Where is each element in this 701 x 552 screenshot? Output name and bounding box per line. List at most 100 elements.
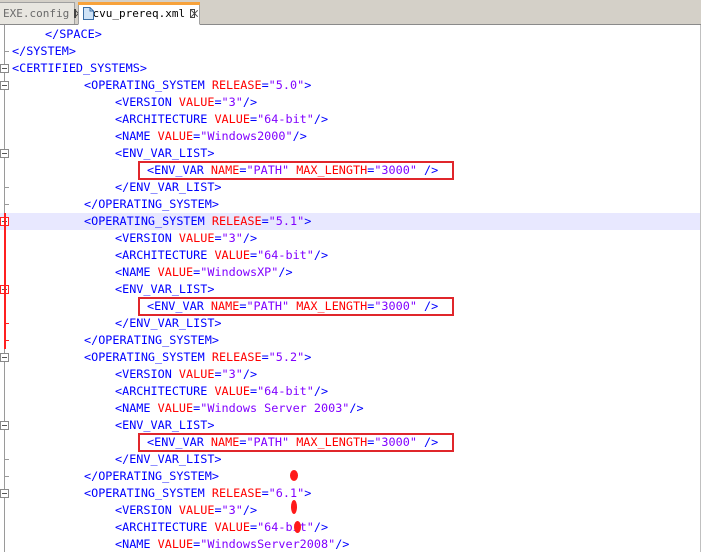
code-line[interactable]: <ENV_VAR_LIST>: [0, 417, 701, 434]
highlight-box: [138, 161, 454, 180]
code-line[interactable]: <VERSION VALUE="3"/>: [0, 94, 701, 111]
fold-end-marker: [4, 51, 9, 52]
code-line[interactable]: <ARCHITECTURE VALUE="64-bit"/>: [0, 111, 701, 128]
xml-attribute-value: "WindowsServer2008": [200, 537, 336, 551]
code-line[interactable]: <OPERATING_SYSTEM RELEASE="5.1">: [0, 213, 701, 230]
fold-toggle-icon[interactable]: [0, 81, 9, 90]
close-icon[interactable]: [74, 9, 77, 18]
code-line[interactable]: <NAME VALUE="WindowsServer2008"/>: [0, 536, 701, 552]
code-line[interactable]: <OPERATING_SYSTEM RELEASE="6.1">: [0, 485, 701, 502]
code-text: <VERSION VALUE="3"/>: [115, 366, 257, 383]
xml-tag-token: />: [335, 537, 350, 551]
red-ink-mark: [291, 499, 297, 518]
xml-attribute-name: VALUE: [157, 537, 194, 551]
xml-tag-token: <ARCHITECTURE: [115, 248, 215, 262]
code-text: </SYSTEM>: [12, 43, 76, 60]
code-text: </ENV_VAR_LIST>: [115, 451, 222, 468]
xml-tag-token: />: [349, 401, 364, 415]
xml-tag-token: </OPERATING_SYSTEM>: [84, 333, 219, 347]
code-line[interactable]: <NAME VALUE="Windows2000"/>: [0, 128, 701, 145]
xml-attribute-name: VALUE: [178, 367, 215, 381]
fold-toggle-icon[interactable]: [0, 64, 9, 73]
code-line[interactable]: <VERSION VALUE="3"/>: [0, 366, 701, 383]
xml-tag-token: =: [261, 350, 269, 364]
red-ink-mark: [294, 518, 301, 537]
code-line[interactable]: <ARCHITECTURE VALUE="64-bit"/>: [0, 247, 701, 264]
code-line[interactable]: </ENV_VAR_LIST>: [0, 315, 701, 332]
xml-attribute-value: "WindowsXP": [200, 265, 279, 279]
code-text: </SPACE>: [45, 26, 102, 43]
xml-tag-token: />: [278, 265, 293, 279]
code-line[interactable]: <NAME VALUE="Windows Server 2003"/>: [0, 400, 701, 417]
xml-tag-token: />: [313, 384, 329, 398]
xml-tag-token: <VERSION: [115, 503, 179, 517]
xml-attribute-value: "3": [221, 231, 243, 245]
xml-tag-token: />: [242, 95, 258, 109]
fold-end-marker: [4, 204, 9, 205]
fold-toggle-icon[interactable]: [0, 421, 9, 430]
tab-cvu-prereq-xml[interactable]: cvu_prereq.xml: [78, 2, 200, 25]
code-text: </OPERATING_SYSTEM>: [84, 468, 219, 485]
xml-tag-token: <OPERATING_SYSTEM: [84, 350, 212, 364]
xml-tag-token: <ENV_VAR_LIST>: [115, 282, 215, 296]
xml-attribute-value: "3": [221, 503, 243, 517]
fold-toggle-icon[interactable]: [0, 489, 9, 498]
change-bar: [4, 213, 6, 349]
code-editor[interactable]: </SPACE> </SYSTEM> <CERTIFIED_SYSTEMS> <OPE…: [0, 25, 701, 552]
code-line[interactable]: <ARCHITECTURE VALUE="64-bit"/>: [0, 519, 701, 536]
code-line[interactable]: <VERSION VALUE="3"/>: [0, 502, 701, 519]
code-text: <NAME VALUE="WindowsXP"/>: [115, 264, 293, 281]
code-line[interactable]: </OPERATING_SYSTEM>: [0, 196, 701, 213]
xml-attribute-name: RELEASE: [211, 78, 262, 92]
code-text: </ENV_VAR_LIST>: [115, 315, 222, 332]
xml-tag-token: <OPERATING_SYSTEM: [84, 214, 212, 228]
code-text: <VERSION VALUE="3"/>: [115, 230, 257, 247]
highlight-box: [138, 433, 454, 452]
code-line[interactable]: <ARCHITECTURE VALUE="64-bit"/>: [0, 383, 701, 400]
code-text: <NAME VALUE="Windows2000"/>: [115, 128, 307, 145]
code-line[interactable]: </ENV_VAR_LIST>: [0, 179, 701, 196]
code-line[interactable]: </SYSTEM>: [0, 43, 701, 60]
code-line[interactable]: </SPACE>: [0, 26, 701, 43]
code-line[interactable]: </OPERATING_SYSTEM>: [0, 468, 701, 485]
xml-tag-token: />: [292, 129, 307, 143]
xml-tag-token: >: [304, 486, 312, 500]
highlight-box: [138, 297, 454, 316]
fold-toggle-icon[interactable]: [0, 149, 9, 158]
code-line[interactable]: <VERSION VALUE="3"/>: [0, 230, 701, 247]
fold-end-marker: [4, 459, 9, 460]
xml-attribute-name: VALUE: [214, 520, 250, 534]
fold-toggle-icon[interactable]: [0, 353, 9, 362]
code-text: <OPERATING_SYSTEM RELEASE="5.1">: [84, 213, 311, 230]
xml-tag-token: />: [242, 231, 258, 245]
xml-tag-token: </ENV_VAR_LIST>: [115, 316, 222, 330]
xml-attribute-name: VALUE: [214, 384, 250, 398]
file-icon: [83, 7, 94, 20]
xml-attribute-value: "64-bit": [257, 112, 314, 126]
xml-tag-token: </OPERATING_SYSTEM>: [84, 469, 219, 483]
code-line[interactable]: <ENV_VAR_LIST>: [0, 281, 701, 298]
xml-tag-token: <ARCHITECTURE: [115, 384, 215, 398]
code-line[interactable]: <CERTIFIED_SYSTEMS>: [0, 60, 701, 77]
xml-tag-token: =: [249, 248, 258, 262]
xml-attribute-name: VALUE: [178, 95, 215, 109]
code-line[interactable]: <OPERATING_SYSTEM RELEASE="5.0">: [0, 77, 701, 94]
code-line[interactable]: </ENV_VAR_LIST>: [0, 451, 701, 468]
xml-attribute-name: VALUE: [178, 503, 215, 517]
xml-tag-token: =: [214, 231, 222, 245]
code-line[interactable]: </OPERATING_SYSTEM>: [0, 332, 701, 349]
code-line[interactable]: <NAME VALUE="WindowsXP"/>: [0, 264, 701, 281]
xml-tag-token: >: [304, 214, 312, 228]
close-icon[interactable]: [190, 9, 195, 18]
xml-attribute-value: "64-bit": [257, 520, 314, 534]
code-line[interactable]: <OPERATING_SYSTEM RELEASE="5.2">: [0, 349, 701, 366]
xml-tag-token: <ENV_VAR_LIST>: [115, 418, 215, 432]
xml-tag-token: />: [242, 367, 258, 381]
code-line[interactable]: <ENV_VAR_LIST>: [0, 145, 701, 162]
code-text: <VERSION VALUE="3"/>: [115, 502, 257, 519]
xml-attribute-name: VALUE: [157, 129, 194, 143]
xml-tag-token: />: [313, 112, 329, 126]
xml-tag-token: =: [249, 384, 258, 398]
xml-attribute-name: VALUE: [214, 248, 250, 262]
tab-exe-config[interactable]: EXE.config: [0, 2, 77, 24]
